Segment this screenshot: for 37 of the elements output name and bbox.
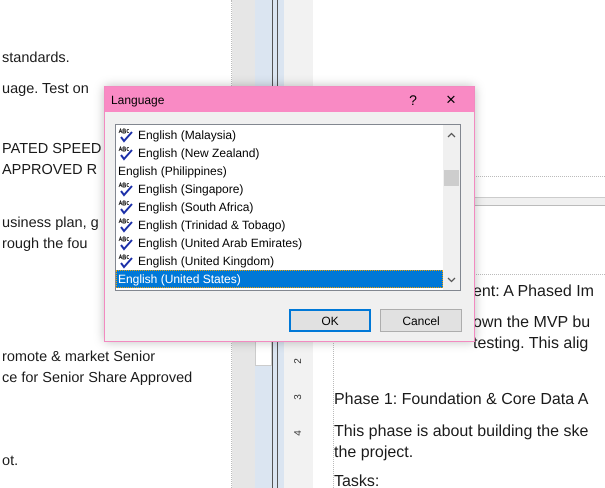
text-paragraph: usiness plan, g rough the fou <box>1 214 99 254</box>
text-paragraph: romote & market Senior ce for Senior Share Approved <box>1 348 192 388</box>
dialog-button[interactable]: Cancel <box>380 309 462 332</box>
scrollbar[interactable] <box>443 125 460 290</box>
text-paragraph: Tasks: <box>334 472 380 488</box>
spellcheck-icon <box>118 146 135 160</box>
language-item[interactable]: English (United States) <box>116 270 443 288</box>
language-item[interactable]: English (United Arab Emirates) <box>116 234 443 252</box>
spellcheck-icon <box>118 182 135 196</box>
text-paragraph: Phase 1: Foundation & Core Data A <box>334 390 588 410</box>
spellcheck-icon <box>118 200 135 214</box>
language-item[interactable]: English (South Africa) <box>116 198 443 216</box>
spellcheck-icon <box>118 236 135 250</box>
scroll-thumb[interactable] <box>444 170 459 186</box>
dialog-button[interactable]: OK <box>289 309 371 332</box>
language-item[interactable]: English (Trinidad & Tobago) <box>116 216 443 234</box>
language-item[interactable]: English (Malaysia) <box>116 126 443 144</box>
scroll-up-icon[interactable] <box>447 132 456 138</box>
spellcheck-icon <box>118 254 135 268</box>
text-paragraph: uage. Test on <box>1 80 89 99</box>
close-button[interactable]: × <box>428 90 474 110</box>
help-button[interactable]: ? <box>398 90 428 110</box>
spellcheck-icon <box>118 218 135 232</box>
spellcheck-icon <box>118 128 135 142</box>
language-item[interactable]: English (United Kingdom) <box>116 252 443 270</box>
text-paragraph: standards. <box>1 49 70 68</box>
scroll-down-icon[interactable] <box>447 277 456 283</box>
text-paragraph: PATED SPEED APPROVED R <box>1 140 102 180</box>
ruler-number: 3 <box>294 394 304 400</box>
text-paragraph: This phase is about building the ske the project. <box>334 422 588 463</box>
language-item[interactable]: English (New Zealand) <box>116 144 443 162</box>
ruler-number: 2 <box>294 358 304 364</box>
language-item[interactable]: English (Philippines) <box>116 162 443 180</box>
ruler-number: 4 <box>294 430 304 436</box>
dialog-title: Language <box>111 92 166 108</box>
language-item[interactable]: English (Singapore) <box>116 180 443 198</box>
text-paragraph: ot. <box>1 452 18 471</box>
